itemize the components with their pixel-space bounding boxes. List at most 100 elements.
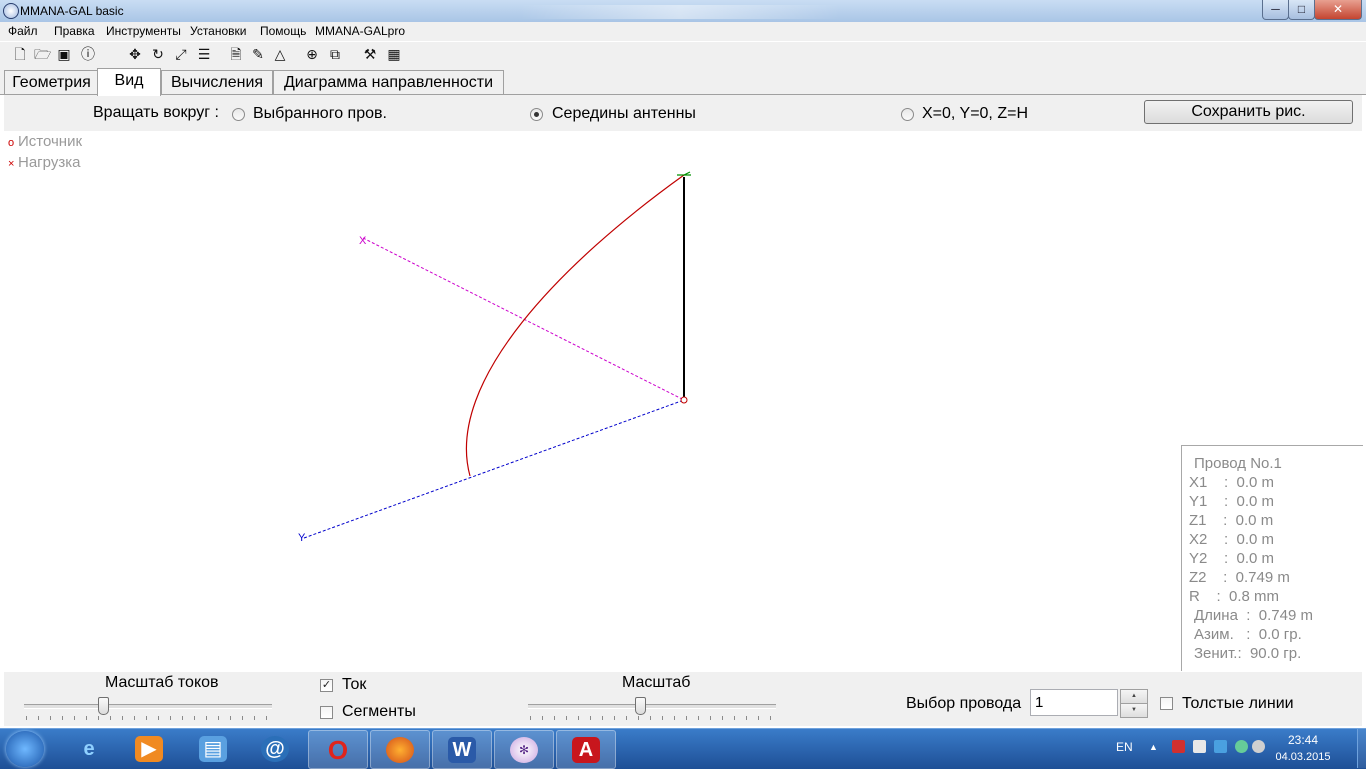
current-scale-label: Масштаб токов <box>105 674 219 691</box>
menu-settings[interactable]: Установки <box>190 24 246 38</box>
taskbar-word[interactable]: W <box>432 730 492 769</box>
language-indicator[interactable]: EN <box>1116 740 1133 754</box>
current-scale-ticks <box>26 716 272 720</box>
minimize-button[interactable]: ─ <box>1262 0 1289 20</box>
info-icon[interactable]: ⓘ <box>80 46 96 62</box>
tray-expand-icon[interactable]: ▲ <box>1149 742 1158 752</box>
clock-date[interactable]: 04.03.2015 <box>1275 751 1331 763</box>
thick-lines-checkbox[interactable] <box>1160 697 1173 710</box>
taskbar-chat[interactable]: @ <box>246 730 304 767</box>
wire-select-input[interactable] <box>1030 689 1118 716</box>
menu-help[interactable]: Помощь <box>260 24 306 38</box>
clock-time[interactable]: 23:44 <box>1281 733 1325 747</box>
segments-checkbox[interactable] <box>320 706 333 719</box>
move-icon[interactable]: ✥ <box>127 46 143 62</box>
tab-view[interactable]: Вид <box>97 68 161 96</box>
current-checkbox[interactable]: ✓ <box>320 679 333 692</box>
wire-info-x2: X2 : 0.0 m <box>1189 531 1275 548</box>
taskbar-internet-explorer[interactable]: e <box>60 730 118 767</box>
menu-tools[interactable]: Инструменты <box>106 24 181 38</box>
toolbar: 🗋 🗁 ▣ ⓘ ✥ ↻ ⤢ ☰ 🗎 ✎ △ ⊕ ⧉ ⚒ ▦ <box>0 42 1366 68</box>
taskbar-file-manager[interactable]: ▤ <box>184 730 242 767</box>
taskbar-firefox[interactable] <box>370 730 430 769</box>
y-axis-label: Y <box>298 532 306 544</box>
taskbar-acrobat[interactable]: A <box>556 730 616 769</box>
legend-source-label: Источник <box>18 133 83 150</box>
radio-origin-label[interactable]: X=0, Y=0, Z=H <box>922 105 1028 123</box>
network-icon[interactable] <box>1214 740 1227 753</box>
legend-source: o Источник <box>8 133 82 150</box>
radio-antenna-center[interactable] <box>530 108 543 121</box>
menu-bar: Файл Правка Инструменты Установки Помощь… <box>0 22 1366 41</box>
radio-antenna-center-label[interactable]: Середины антенны <box>552 105 696 123</box>
taskbar-media-player[interactable]: ▶ <box>120 730 178 767</box>
maximize-button[interactable]: □ <box>1288 0 1315 20</box>
save-picture-button[interactable]: Сохранить рис. <box>1144 100 1353 124</box>
legend-load-mark: × <box>8 158 15 170</box>
flag-icon[interactable] <box>1172 740 1185 753</box>
legend-load: × Нагрузка <box>8 154 80 171</box>
opera-icon: O <box>327 735 349 765</box>
thick-lines-label[interactable]: Толстые линии <box>1182 695 1294 713</box>
radio-selected-wire-label[interactable]: Выбранного пров. <box>253 105 387 123</box>
source-marker <box>680 396 688 404</box>
wire-info-x1: X1 : 0.0 m <box>1189 474 1275 491</box>
usb-icon[interactable] <box>1193 740 1206 753</box>
taskbar-opera[interactable]: O <box>308 730 368 769</box>
tab-geometry[interactable]: Геометрия <box>4 70 99 94</box>
wire-select-label: Выбор провода <box>906 695 1022 712</box>
start-button[interactable] <box>6 731 44 767</box>
tools-icon[interactable]: ⚒ <box>362 46 378 62</box>
menu-file[interactable]: Файл <box>8 24 38 38</box>
document-icon[interactable]: 🗎 <box>228 46 244 62</box>
title-bar-glare <box>520 5 840 19</box>
open-folder-icon[interactable]: 🗁 <box>34 46 51 62</box>
segments-checkbox-label[interactable]: Сегменты <box>342 703 416 721</box>
x-axis-label: X <box>359 235 367 247</box>
menu-mmana-pro[interactable]: MMANA-GALpro <box>315 24 405 38</box>
radio-origin[interactable] <box>901 108 914 121</box>
legend-source-mark: o <box>8 137 15 149</box>
file-manager-icon: ▤ <box>199 736 227 762</box>
menu-edit[interactable]: Правка <box>54 24 95 38</box>
scale-icon[interactable]: ⤢ <box>173 46 189 62</box>
chat-icon: @ <box>261 736 289 762</box>
current-checkbox-label[interactable]: Ток <box>342 676 366 694</box>
edit-icon[interactable]: ✎ <box>250 46 266 62</box>
media-player-icon: ▶ <box>135 736 163 762</box>
scale-slider[interactable] <box>635 697 646 715</box>
target-icon[interactable]: ⊕ <box>304 46 320 62</box>
close-button[interactable]: ✕ <box>1314 0 1362 20</box>
volume-icon[interactable] <box>1252 740 1265 753</box>
spin-down-button[interactable]: ▼ <box>1120 703 1148 718</box>
wire-info-y2: Y2 : 0.0 m <box>1189 550 1275 567</box>
save-icon[interactable]: ▣ <box>56 46 72 62</box>
wire-info-length: Длина : 0.749 m <box>1194 607 1313 624</box>
triangle-icon[interactable]: △ <box>272 46 288 62</box>
tab-radiation-pattern[interactable]: Диаграмма направленности <box>273 70 504 94</box>
radio-selected-wire[interactable] <box>232 108 245 121</box>
mmana-icon: ✻ <box>510 737 538 763</box>
tab-calculations[interactable]: Вычисления <box>161 70 273 94</box>
legend-load-label: Нагрузка <box>18 154 81 171</box>
taskbar-mmana[interactable]: ✻ <box>494 730 554 769</box>
calculator-icon[interactable]: ▦ <box>386 46 402 62</box>
spin-up-button[interactable]: ▲ <box>1120 689 1148 704</box>
app-icon[interactable] <box>3 3 19 19</box>
scale-ticks <box>530 716 776 720</box>
copy-icon[interactable]: ⧉ <box>327 46 343 62</box>
x-axis-line <box>362 237 685 401</box>
current-scale-track[interactable] <box>24 704 272 709</box>
view-canvas[interactable]: X Y <box>4 131 1362 672</box>
rotate-label: Вращать вокруг : <box>93 104 219 121</box>
acrobat-icon: A <box>572 737 600 763</box>
new-file-icon[interactable]: 🗋 <box>12 46 28 62</box>
sync-icon[interactable] <box>1235 740 1248 753</box>
align-icon[interactable]: ☰ <box>196 46 212 62</box>
rotate-icon[interactable]: ↻ <box>150 46 166 62</box>
show-desktop-button[interactable] <box>1357 729 1366 768</box>
scale-track[interactable] <box>528 704 776 709</box>
scale-label: Масштаб <box>622 674 691 691</box>
current-scale-slider[interactable] <box>98 697 109 715</box>
wire-info-radius: R : 0.8 mm <box>1189 588 1280 605</box>
